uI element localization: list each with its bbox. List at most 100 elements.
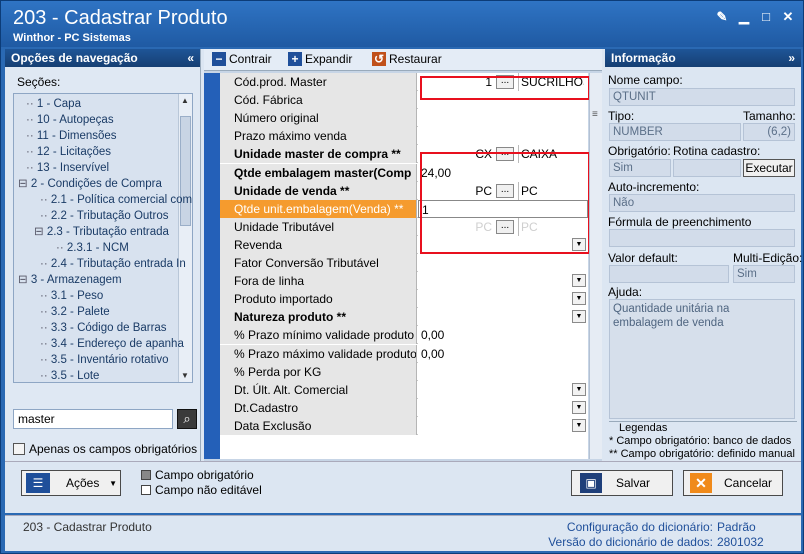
field-value[interactable]: ▼ <box>418 380 588 399</box>
field-value[interactable]: CX... CAIXA <box>418 145 588 164</box>
grid-row[interactable]: % Perda por KG <box>220 362 588 381</box>
tree-item[interactable]: ·· 2.2 - Tributação Outros <box>40 208 168 224</box>
scroll-grip-icon[interactable]: ≡ <box>592 110 598 120</box>
grid-row[interactable]: Revenda ▼ <box>220 235 588 254</box>
field-value[interactable] <box>418 127 588 146</box>
field-value[interactable] <box>418 109 588 128</box>
save-button[interactable]: ▣ Salvar <box>571 470 673 496</box>
collapse-button[interactable]: − Contrair <box>212 52 272 66</box>
field-value[interactable]: ▼ <box>418 235 588 254</box>
tree-item[interactable]: ·· 3.2 - Palete <box>40 304 110 320</box>
legend-required-db: * Campo obrigatório: banco de dados <box>609 435 792 447</box>
grid-row[interactable]: Cód.prod. Master 1... SUCRILHOS K <box>220 73 588 91</box>
tree-item[interactable]: ·· 3.3 - Código de Barras <box>40 320 167 336</box>
actions-button[interactable]: ☰ Ações ▼ <box>21 470 121 496</box>
lookup-button[interactable]: ... <box>496 147 514 162</box>
grid-row[interactable]: Unidade Tributável PC... PC <box>220 217 588 236</box>
tree-collapse-icon[interactable]: ⊟ <box>18 274 31 286</box>
execute-button[interactable]: Executar <box>743 159 795 177</box>
field-value[interactable]: 24,00 <box>418 163 588 182</box>
grid-row[interactable]: Unidade de venda ** PC... PC <box>220 181 588 200</box>
tree-item[interactable]: ·· 2.3.1 - NCM <box>56 240 129 256</box>
grid-row[interactable]: Dt.Cadastro ▼ <box>220 398 588 417</box>
legend-required-label: Campo obrigatório <box>155 468 254 482</box>
tree-item[interactable]: ·· 3.4 - Endereço de apanha <box>40 336 184 352</box>
tree-item[interactable]: ⊟ 2 - Condições de Compra <box>18 176 162 192</box>
field-value[interactable]: PC... PC <box>418 181 588 200</box>
field-value[interactable] <box>418 254 588 272</box>
grid-row[interactable]: Fora de linha ▼ <box>220 272 588 291</box>
expand-button[interactable]: + Expandir <box>288 52 352 66</box>
grid-row[interactable]: Produto importado ▼ <box>220 290 588 309</box>
grid-row[interactable]: Unidade master de compra ** CX... CAIXA <box>220 145 588 164</box>
field-value[interactable]: ▼ <box>418 290 588 309</box>
lookup-button[interactable]: ... <box>496 183 514 198</box>
tree-item-label: 2.4 - Tributação entrada In <box>50 258 186 270</box>
grid-scrollbar[interactable]: ≡ <box>589 73 602 459</box>
field-value[interactable]: PC... PC <box>418 217 588 236</box>
tree-item[interactable]: ⊟ 3 - Armazenagem <box>18 272 122 288</box>
tree-item[interactable]: ⊟ 2.3 - Tributação entrada <box>34 224 169 240</box>
tree-item[interactable]: ·· 2.4 - Tributação entrada In <box>40 256 186 272</box>
grid-row[interactable]: Prazo máximo venda <box>220 127 588 146</box>
tree-item[interactable]: ·· 3.5 - Lote <box>40 368 99 382</box>
field-value[interactable]: ▼ <box>418 416 588 435</box>
field-value[interactable]: 0,00 <box>418 326 588 345</box>
scroll-down-icon[interactable]: ▼ <box>181 371 189 380</box>
tree-item[interactable]: ·· 3.1 - Peso <box>40 288 103 304</box>
collapse-right-icon[interactable]: » <box>788 49 795 67</box>
grid-row[interactable]: Qtde unit.embalagem(Venda) ** 1 <box>220 199 588 218</box>
grid-row[interactable]: % Prazo mínimo validade produto 0,00 <box>220 326 588 345</box>
scroll-thumb[interactable] <box>180 116 191 226</box>
field-value[interactable]: ▼ <box>418 398 588 417</box>
dropdown-arrow-icon[interactable]: ▼ <box>572 310 586 324</box>
tree-item[interactable]: ·· 12 - Licitações <box>26 144 111 160</box>
tree-item[interactable]: ·· 11 - Dimensões <box>26 128 117 144</box>
grid-row[interactable]: Data Exclusão ▼ <box>220 416 588 435</box>
close-icon[interactable]: ✕ <box>781 10 795 24</box>
tree-item[interactable]: ·· 13 - Inservível <box>26 160 109 176</box>
field-value[interactable] <box>418 91 588 110</box>
cancel-button[interactable]: ✕ Cancelar <box>683 470 783 496</box>
dropdown-arrow-icon[interactable]: ▼ <box>572 400 586 414</box>
field-value[interactable]: 1 <box>418 199 588 218</box>
grid-row[interactable]: Cód. Fábrica <box>220 91 588 110</box>
edit-icon[interactable]: ✎ <box>715 10 729 24</box>
sections-tree[interactable]: ▲ ▼ ·· 1 - Capa ·· 10 - Autopeças ·· 11 - … <box>13 93 193 383</box>
grid-row[interactable]: Número original <box>220 109 588 128</box>
tree-collapse-icon[interactable]: ⊟ <box>18 178 31 190</box>
dropdown-arrow-icon[interactable]: ▼ <box>572 382 586 396</box>
scroll-up-icon[interactable]: ▲ <box>181 96 189 105</box>
search-icon[interactable]: ⌕ <box>177 409 197 429</box>
lookup-button[interactable]: ... <box>496 75 514 89</box>
dropdown-arrow-icon[interactable]: ▼ <box>572 274 586 288</box>
lookup-button[interactable]: ... <box>496 219 514 234</box>
grid-row[interactable]: % Prazo máximo validade produto 0,00 <box>220 344 588 363</box>
search-input[interactable]: master <box>13 409 173 429</box>
tree-item[interactable]: ·· 2.1 - Política comercial comp <box>40 192 192 208</box>
dropdown-arrow-icon[interactable]: ▼ <box>572 292 586 306</box>
maximize-icon[interactable]: □ <box>759 10 773 24</box>
tree-item[interactable]: ·· 10 - Autopeças <box>26 112 114 128</box>
tree-item[interactable]: ·· 1 - Capa <box>26 96 81 112</box>
field-text <box>418 292 421 306</box>
grid-row[interactable]: Fator Conversão Tributável <box>220 254 588 272</box>
dropdown-arrow-icon[interactable]: ▼ <box>572 237 586 251</box>
grid-row[interactable]: Dt. Últ. Alt. Comercial ▼ <box>220 380 588 399</box>
field-value[interactable]: ▼ <box>418 308 588 327</box>
tree-collapse-icon[interactable]: ⊟ <box>34 226 47 238</box>
field-text: 1 <box>422 202 429 217</box>
field-value[interactable]: 1... SUCRILHOS K <box>418 73 588 91</box>
only-required-checkbox[interactable] <box>13 443 25 455</box>
dropdown-arrow-icon[interactable]: ▼ <box>109 479 117 488</box>
dropdown-arrow-icon[interactable]: ▼ <box>572 418 586 432</box>
minimize-icon[interactable]: ▁ <box>737 10 751 24</box>
field-value[interactable] <box>418 362 588 381</box>
collapse-left-icon[interactable]: « <box>187 49 194 67</box>
field-value[interactable]: ▼ <box>418 272 588 291</box>
field-value[interactable]: 0,00 <box>418 344 588 363</box>
grid-row[interactable]: Qtde embalagem master(Comp 24,00 <box>220 163 588 182</box>
grid-row[interactable]: Natureza produto ** ▼ <box>220 308 588 327</box>
tree-item[interactable]: ·· 3.5 - Inventário rotativo <box>40 352 168 368</box>
restore-button[interactable]: ↺ Restaurar <box>372 52 442 66</box>
